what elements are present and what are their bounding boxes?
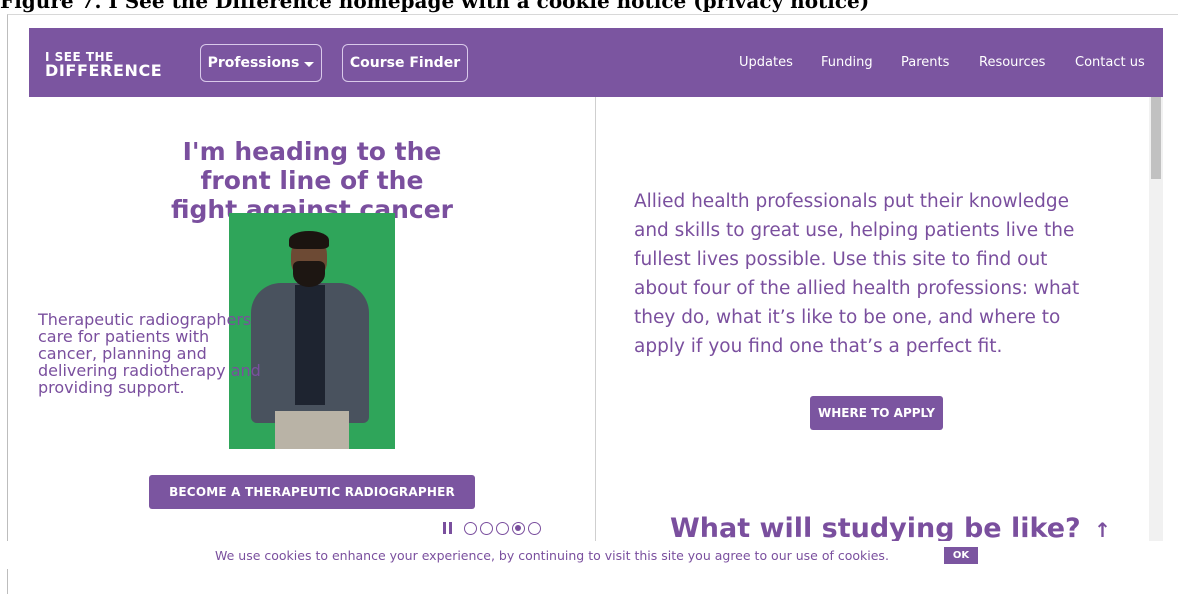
carousel-controls	[443, 519, 541, 537]
nav-link-updates[interactable]: Updates	[739, 55, 793, 70]
pause-icon[interactable]	[443, 522, 452, 534]
person-trousers	[275, 411, 349, 449]
cookie-message: We use cookies to enhance your experienc…	[215, 548, 889, 563]
logo-line-2: DIFFERENCE	[45, 61, 163, 80]
arrow-up-icon[interactable]: ↑	[1094, 518, 1111, 541]
study-heading-text: What will studying be like?	[670, 513, 1081, 541]
become-radiographer-button[interactable]: BECOME A THERAPEUTIC RADIOGRAPHER	[149, 475, 475, 509]
hero-title-line: front line of the	[200, 166, 424, 195]
course-finder-label: Course Finder	[349, 55, 461, 71]
professions-label: Professions	[207, 55, 300, 71]
nav-link-parents[interactable]: Parents	[901, 55, 949, 70]
scrollbar-thumb[interactable]	[1151, 97, 1161, 179]
person-hair	[289, 231, 329, 249]
nav-link-resources[interactable]: Resources	[979, 55, 1045, 70]
profession-description: Therapeutic radiographers care for patie…	[38, 310, 261, 397]
where-to-apply-button[interactable]: WHERE TO APPLY	[810, 396, 943, 430]
where-to-apply-label: WHERE TO APPLY	[818, 406, 935, 420]
vertical-scrollbar[interactable]	[1149, 97, 1163, 541]
person-beard	[293, 261, 325, 287]
site-header: I SEE THE DIFFERENCE Professions Course …	[29, 28, 1163, 97]
cookie-ok-button[interactable]: OK	[944, 547, 978, 564]
panel-divider	[595, 97, 596, 541]
hero-title-line: I'm heading to the	[182, 137, 442, 166]
professions-dropdown-button[interactable]: Professions	[200, 44, 322, 82]
document-caption: Figure 7. I See the Difference homepage …	[0, 0, 870, 13]
cookie-banner: We use cookies to enhance your experienc…	[0, 541, 1178, 569]
carousel-dot[interactable]	[480, 521, 493, 535]
chevron-down-icon	[304, 61, 315, 67]
carousel-dot-active[interactable]	[512, 521, 525, 535]
study-heading: What will studying be like? ↑	[670, 511, 1111, 541]
hero-title: I'm heading to the front line of the fig…	[150, 137, 474, 224]
nav-link-funding[interactable]: Funding	[821, 55, 873, 70]
site-logo[interactable]: I SEE THE DIFFERENCE	[45, 50, 163, 80]
person-shirt	[295, 285, 325, 405]
carousel-dot[interactable]	[496, 521, 509, 535]
become-radiographer-label: BECOME A THERAPEUTIC RADIOGRAPHER	[169, 485, 455, 499]
carousel-dot[interactable]	[464, 521, 477, 535]
intro-paragraph: Allied health professionals put their kn…	[634, 191, 1080, 357]
carousel-dot[interactable]	[528, 521, 541, 535]
nav-link-contact[interactable]: Contact us	[1075, 55, 1145, 70]
course-finder-button[interactable]: Course Finder	[342, 44, 468, 82]
